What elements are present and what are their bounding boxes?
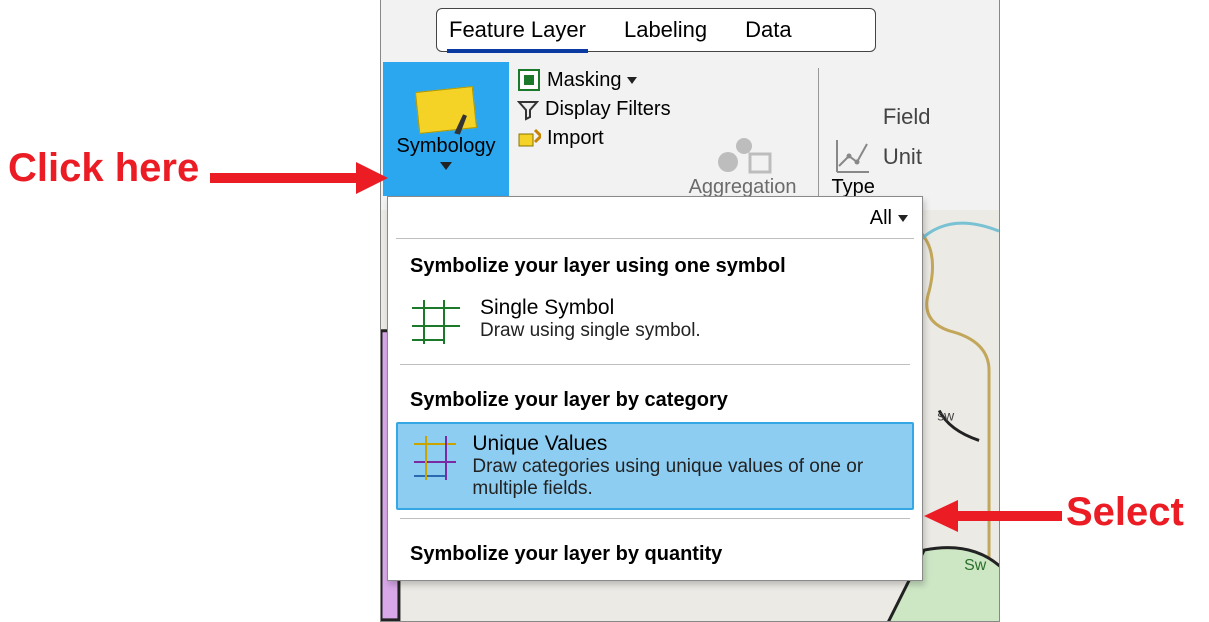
chevron-down-icon	[898, 215, 908, 222]
unique-values-icon	[410, 432, 456, 484]
option-unique-values[interactable]: Unique Values Draw categories using uniq…	[396, 422, 914, 510]
import-button[interactable]: Import	[517, 127, 671, 150]
symbology-label: Symbology	[397, 135, 496, 158]
single-symbol-title: Single Symbol	[480, 296, 701, 320]
option-single-symbol[interactable]: Single Symbol Draw using single symbol.	[396, 288, 914, 356]
svg-text:Sw: Sw	[964, 557, 987, 574]
aggregation-icon	[714, 128, 772, 176]
unique-values-desc: Draw categories using unique values of o…	[472, 456, 900, 500]
import-label: Import	[547, 127, 604, 150]
fields-label: Field	[883, 104, 931, 130]
single-symbol-icon	[408, 296, 464, 348]
annotation-click-here: Click here	[8, 146, 199, 191]
dropdown-filter-label: All	[870, 207, 892, 230]
import-icon	[517, 128, 541, 150]
symbology-dropdown: All Symbolize your layer using one symbo…	[387, 196, 923, 581]
svg-text:sw: sw	[937, 407, 955, 423]
divider	[818, 68, 819, 196]
arrow-select	[924, 498, 1062, 534]
divider	[400, 364, 910, 365]
display-filters-label: Display Filters	[545, 98, 671, 121]
aggregation-button[interactable]: Aggregation	[675, 62, 811, 212]
symbology-icon	[415, 86, 477, 134]
symbology-button[interactable]: Symbology	[383, 62, 509, 196]
chart-type-button[interactable]: Type	[823, 62, 882, 212]
masking-button[interactable]: Masking	[517, 68, 671, 92]
section-one-symbol: Symbolize your layer using one symbol	[396, 239, 914, 288]
section-category: Symbolize your layer by category	[396, 373, 914, 422]
annotation-select: Select	[1066, 490, 1184, 535]
chart-type-icon	[833, 136, 873, 176]
ribbon-fields-group: Field Unit	[883, 62, 931, 212]
divider	[400, 518, 910, 519]
units-label: Unit	[883, 144, 931, 170]
context-tabbar: Feature Layer Labeling Data	[436, 8, 876, 52]
chevron-down-icon	[440, 162, 452, 170]
masking-label: Masking	[547, 69, 621, 92]
tab-feature-layer[interactable]: Feature Layer	[447, 13, 588, 47]
unique-values-title: Unique Values	[472, 432, 900, 456]
ribbon: Symbology Masking Display Filters Import…	[383, 62, 999, 212]
tab-data[interactable]: Data	[743, 13, 793, 47]
app-frame: Sw sw Feature Layer Labeling Data Symbol…	[380, 0, 1000, 622]
masking-icon	[517, 68, 541, 92]
tab-labeling[interactable]: Labeling	[622, 13, 709, 47]
single-symbol-desc: Draw using single symbol.	[480, 320, 701, 342]
display-filters-button[interactable]: Display Filters	[517, 98, 671, 121]
chevron-down-icon	[627, 77, 637, 84]
dropdown-filter[interactable]: All	[396, 205, 914, 239]
section-quantity: Symbolize your layer by quantity	[396, 527, 914, 566]
funnel-icon	[517, 99, 539, 121]
arrow-click-here	[210, 160, 388, 196]
ribbon-drawing-group: Masking Display Filters Import	[509, 62, 675, 212]
